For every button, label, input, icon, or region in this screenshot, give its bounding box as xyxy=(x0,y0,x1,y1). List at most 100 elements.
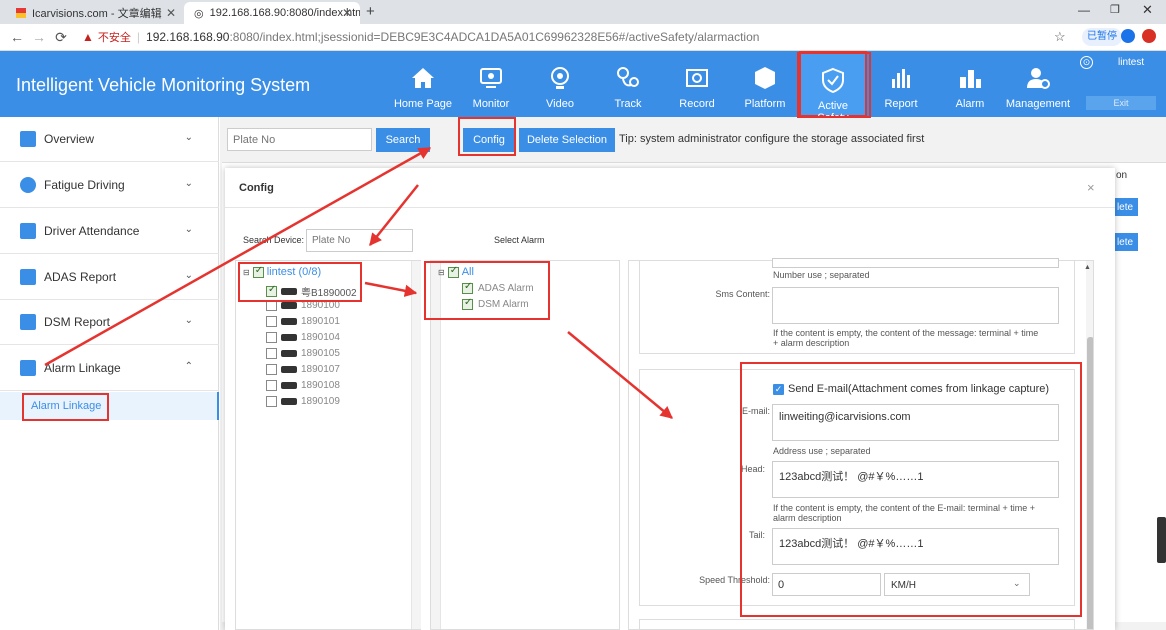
modal-close-icon[interactable]: × xyxy=(1087,180,1095,195)
email-head-field[interactable]: 123abcd测试！ @#￥%……1 xyxy=(772,461,1059,498)
checkbox[interactable] xyxy=(266,300,277,311)
checkbox[interactable] xyxy=(266,348,277,359)
nav-record[interactable]: Record xyxy=(663,51,731,117)
delete-selection-button[interactable]: Delete Selection xyxy=(519,128,615,152)
sidebar-item-adas-report[interactable]: ADAS Report ⌄ xyxy=(0,255,219,300)
vehicle-icon xyxy=(281,350,297,357)
send-email-option[interactable]: ✓ Send E-mail(Attachment comes from link… xyxy=(773,383,1049,395)
scroll-up-icon[interactable]: ▲ xyxy=(1084,264,1091,271)
config-button[interactable]: Config xyxy=(463,128,515,152)
close-tab-icon[interactable]: ✕ xyxy=(342,6,352,20)
email-field[interactable]: linweiting@icarvisions.com xyxy=(772,404,1059,441)
nav-label: Platform xyxy=(744,98,786,110)
alarm-item-dsm[interactable]: DSM Alarm xyxy=(462,297,529,310)
floating-handle[interactable] xyxy=(1157,517,1166,563)
url-field[interactable]: 192.168.168.90:8080/index.html;jsessioni… xyxy=(146,30,759,44)
browser-tab-1[interactable]: Icarvisions.com - 文章编辑 ✕ xyxy=(6,2,184,24)
device-item[interactable]: 1890104 xyxy=(266,332,340,343)
nav-label: Record xyxy=(679,98,715,110)
search-device-input[interactable] xyxy=(306,229,413,252)
linkage-icon xyxy=(20,360,36,376)
email-tail-field[interactable]: 123abcd测试！ @#￥%……1 xyxy=(772,528,1059,565)
alarm-item-adas[interactable]: ADAS Alarm xyxy=(462,281,534,294)
bookmark-star-icon[interactable]: ☆ xyxy=(1054,29,1066,45)
speed-unit-value: KM/H xyxy=(891,580,916,591)
nav-platform[interactable]: Platform xyxy=(731,51,799,117)
checkbox[interactable] xyxy=(266,332,277,343)
checkbox[interactable] xyxy=(252,265,264,278)
nav-home-page[interactable]: Home Page xyxy=(389,51,457,117)
table-delete-button[interactable]: lete xyxy=(1112,233,1138,251)
minimize-icon[interactable]: — xyxy=(1078,3,1090,17)
browser-tab-2[interactable]: ◎ 192.168.168.90:8080/index.htm ✕ xyxy=(184,2,360,24)
chevron-down-icon: ⌄ xyxy=(1013,578,1021,588)
nav-monitor[interactable]: Monitor xyxy=(457,51,525,117)
film-icon xyxy=(686,69,708,87)
reload-icon[interactable]: ⟳ xyxy=(50,29,72,46)
speed-unit-select[interactable]: KM/H ⌄ xyxy=(884,573,1030,596)
forward-icon[interactable]: → xyxy=(28,29,50,45)
sms-content-field[interactable] xyxy=(772,287,1059,324)
close-window-icon[interactable]: ✕ xyxy=(1142,2,1153,18)
chevron-down-icon: ⌄ xyxy=(184,315,193,326)
security-label[interactable]: 不安全 xyxy=(98,29,131,45)
report-icon xyxy=(20,269,36,285)
checkbox[interactable] xyxy=(266,396,277,407)
close-tab-icon[interactable]: ✕ xyxy=(166,6,176,20)
device-item[interactable]: 1890100 xyxy=(266,300,340,311)
device-plate: 1890104 xyxy=(301,332,340,343)
settings-scrollbar-thumb[interactable] xyxy=(1087,337,1093,629)
device-item[interactable]: 1890105 xyxy=(266,348,340,359)
alarm-item-label: ADAS Alarm xyxy=(478,283,534,294)
checkbox[interactable] xyxy=(266,316,277,327)
sidebar-item-alarm-linkage[interactable]: Alarm Linkage ⌃ xyxy=(0,346,219,391)
phone-number-field[interactable] xyxy=(772,258,1059,268)
alarm-tree-root-label: All xyxy=(461,266,474,278)
search-button[interactable]: Search xyxy=(376,128,430,152)
device-item[interactable]: 1890107 xyxy=(266,364,340,375)
sidebar: Overview ⌄ Fatigue Driving ⌄ Driver Attend… xyxy=(0,117,219,630)
device-item[interactable]: 1890101 xyxy=(266,316,340,327)
new-tab-button[interactable]: + xyxy=(366,3,375,20)
alarm-tree-scrollbar[interactable] xyxy=(431,261,441,629)
plate-search-input[interactable] xyxy=(227,128,372,151)
nav-report[interactable]: Report xyxy=(867,51,935,117)
extension-icon[interactable] xyxy=(1142,29,1156,43)
back-icon[interactable]: ← xyxy=(6,29,28,45)
nav-management[interactable]: Management xyxy=(1004,51,1072,117)
browser-tab-title: Icarvisions.com - 文章编辑 xyxy=(32,8,162,20)
table-delete-button[interactable]: lete xyxy=(1112,198,1138,216)
sms-help-text: If the content is empty, the content of … xyxy=(773,328,1039,348)
sidebar-item-fatigue-driving[interactable]: Fatigue Driving ⌄ xyxy=(0,163,219,208)
checkbox[interactable] xyxy=(266,284,277,297)
sidebar-item-driver-attendance[interactable]: Driver Attendance ⌄ xyxy=(0,209,219,254)
device-item[interactable]: 1890109 xyxy=(266,396,340,407)
collapse-icon[interactable]: ⊟ xyxy=(243,268,250,277)
profile-avatar[interactable] xyxy=(1121,29,1135,43)
device-tree-scrollbar[interactable] xyxy=(411,261,421,629)
checkbox[interactable] xyxy=(266,364,277,375)
nav-track[interactable]: Track xyxy=(594,51,662,117)
checkbox[interactable] xyxy=(447,265,459,278)
exit-button[interactable]: Exit xyxy=(1086,96,1156,110)
device-item[interactable]: 粤B1890002 xyxy=(266,284,357,299)
device-item[interactable]: 1890108 xyxy=(266,380,340,391)
device-tree-root[interactable]: ⊟ lintest (0/8) xyxy=(243,265,321,279)
paused-badge[interactable]: 已暂停 xyxy=(1082,28,1122,46)
checkbox[interactable] xyxy=(462,281,473,294)
speed-threshold-input[interactable] xyxy=(772,573,881,596)
nav-alarm[interactable]: Alarm xyxy=(936,51,1004,117)
collapse-icon[interactable]: ⊟ xyxy=(438,268,445,277)
sidebar-item-dsm-report[interactable]: DSM Report ⌄ xyxy=(0,300,219,345)
sidebar-item-overview[interactable]: Overview ⌄ xyxy=(0,117,219,162)
checkbox[interactable] xyxy=(266,380,277,391)
email-checkbox[interactable]: ✓ xyxy=(773,383,784,395)
alarm-tree-root[interactable]: ⊟ All xyxy=(438,265,474,279)
restore-icon[interactable]: ❐ xyxy=(1110,3,1120,16)
vehicle-icon xyxy=(281,334,297,341)
nav-label: Video xyxy=(546,98,574,110)
nav-active-safety[interactable]: Active Safety xyxy=(799,51,867,124)
nav-video[interactable]: Video xyxy=(526,51,594,117)
sidebar-subitem-alarm-linkage[interactable]: Alarm Linkage xyxy=(0,392,219,420)
checkbox[interactable] xyxy=(462,297,473,310)
